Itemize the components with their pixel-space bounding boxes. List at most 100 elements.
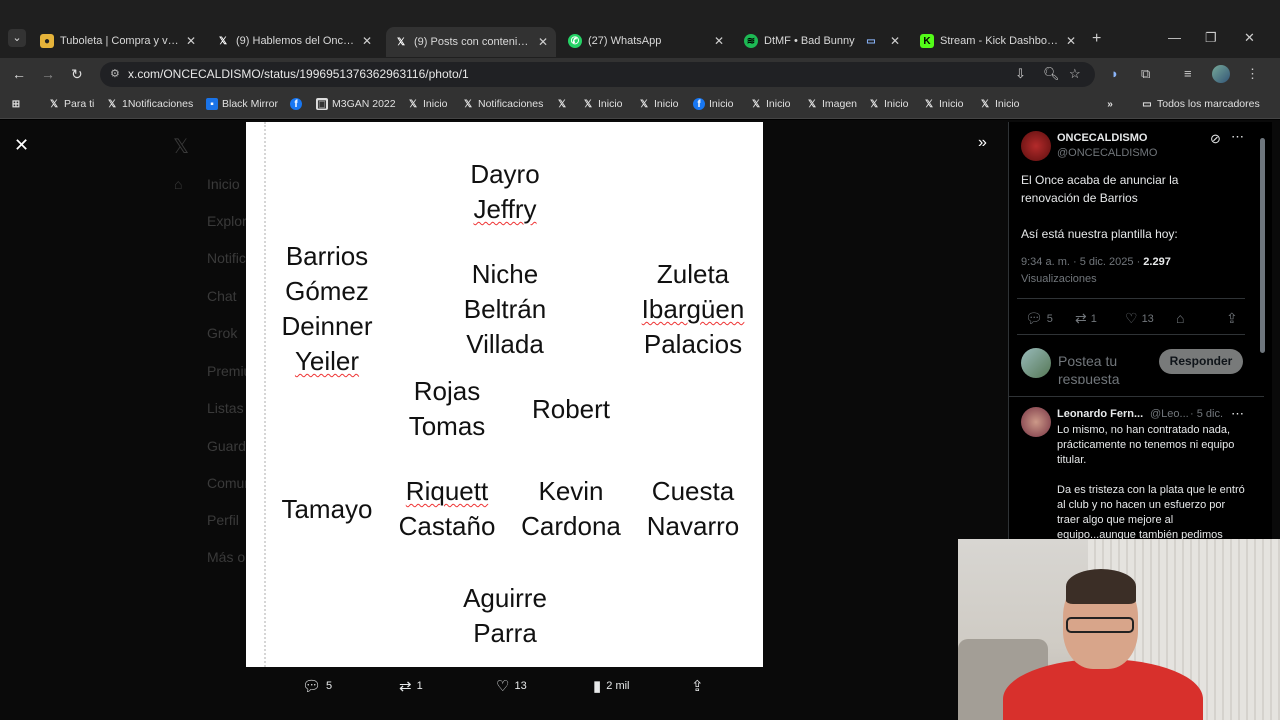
bookmark-m3gan[interactable]: ▣ M3GAN 2022 [316, 98, 396, 110]
player-name: Niche [471, 259, 539, 289]
bookmark-inicio-1[interactable]: 𝕏 Inicio [407, 98, 448, 110]
bookmark-inicio-8[interactable]: 𝕏 Inicio [979, 98, 1020, 110]
responder-button[interactable]: Responder [1159, 349, 1243, 374]
x-logo-icon: 𝕏 [408, 98, 418, 110]
reply-input[interactable]: Postea tu respuesta [1058, 352, 1153, 384]
menu-icon[interactable]: ⋮ [1246, 66, 1259, 82]
player-name: Barrios [285, 241, 369, 271]
more-bookmarks-icon[interactable]: » [1104, 98, 1120, 110]
views-button[interactable]: ▮ 2 mil [593, 677, 630, 695]
bookmark-inicio-4[interactable]: f Inicio [693, 98, 734, 110]
close-icon[interactable]: ✕ [1066, 34, 1076, 48]
restore-icon[interactable]: ❐ [1205, 30, 1217, 46]
x-logo-icon: 𝕏 [751, 98, 761, 110]
player-name: Kevin [538, 476, 604, 506]
tab-spotify[interactable]: ≋ DtMF • Bad Bunny ▭ ✕ [736, 29, 908, 53]
tab-hablemos[interactable]: 𝕏 (9) Hablemos del Once / X ✕ [208, 29, 380, 53]
reply-button[interactable]: 💬︎ 5 [302, 677, 332, 695]
author-handle[interactable]: @ONCECALDISMO [1057, 147, 1157, 159]
tweet-repost-button[interactable]: ⇄ 1 [1075, 310, 1097, 327]
close-icon[interactable]: ✕ [362, 34, 372, 48]
repost-button[interactable]: ⇄ 1 [399, 677, 423, 695]
author-name[interactable]: ONCECALDISMO [1057, 132, 1147, 144]
repost-icon: ⇄ [399, 678, 412, 695]
reload-icon[interactable]: ↻ [71, 66, 83, 83]
close-icon[interactable]: ✕ [714, 34, 724, 48]
x-logo-icon: 𝕏 [980, 98, 990, 110]
player-name: Gómez [285, 276, 369, 306]
share-icon: ⇪ [691, 678, 704, 695]
site-info-icon[interactable]: ⚙ [110, 62, 120, 87]
bookmark-inicio-7[interactable]: 𝕏 Inicio [923, 98, 964, 110]
tab-tuboleta[interactable]: ● Tuboleta | Compra y vende ✕ [32, 29, 204, 53]
expand-panel-icon[interactable]: » [978, 134, 987, 152]
bookmark-star-icon[interactable]: ☆ [1069, 66, 1081, 82]
lineup-photo: Dayro Jeffry Barrios Gómez Deinner Yeile… [246, 122, 763, 667]
close-photo-icon[interactable]: ✕ [14, 135, 29, 156]
bookmark-x[interactable]: 𝕏 [556, 98, 572, 110]
player-name: Parra [473, 618, 537, 648]
tab-whatsapp[interactable]: ✆ (27) WhatsApp ✕ [560, 29, 732, 53]
media-control-icon[interactable]: ◗ [1111, 66, 1119, 81]
address-bar[interactable]: ⚙ x.com/ONCECALDISMO/status/199695137636… [100, 62, 1095, 87]
tweet-bookmark-button[interactable]: ⌂ [1176, 310, 1188, 326]
close-icon[interactable]: ✕ [890, 34, 900, 48]
tweet-reply-button[interactable]: 💬︎ 5 [1025, 310, 1053, 327]
more-options-icon[interactable]: ⋯ [1231, 406, 1244, 422]
my-avatar[interactable] [1021, 348, 1051, 378]
profile-avatar[interactable] [1212, 65, 1230, 83]
tab-kick[interactable]: K Stream - Kick Dashboard ✕ [912, 29, 1084, 53]
webcam-overlay [958, 539, 1280, 720]
analytics-icon: ▮ [593, 678, 602, 695]
grok-icon[interactable]: ⊘ [1210, 131, 1221, 147]
extensions-icon[interactable]: ⧉ [1141, 66, 1150, 82]
player-name: Cuesta [651, 476, 735, 506]
bookmark-notificaciones-2[interactable]: 𝕏 Notificaciones [462, 98, 543, 110]
more-options-icon[interactable]: ⋯ [1231, 129, 1244, 145]
picture-in-picture-icon[interactable]: ▭ [864, 34, 878, 48]
bookmark-inicio-5[interactable]: 𝕏 Inicio [750, 98, 791, 110]
x-logo-icon: 𝕏 [583, 98, 593, 110]
tab-posts-active[interactable]: 𝕏 (9) Posts con contenido m ✕ [386, 27, 556, 57]
close-icon[interactable]: ✕ [186, 34, 196, 48]
x-logo-icon: 𝕏 [924, 98, 934, 110]
tweet-like-button[interactable]: ♡ 13 [1125, 310, 1154, 327]
apps-icon[interactable]: ⊞ [10, 98, 26, 110]
webcam-person-glasses [1066, 617, 1134, 633]
author-avatar[interactable] [1021, 131, 1051, 161]
bookmark-inicio-2[interactable]: 𝕏 Inicio [582, 98, 623, 110]
commenter-handle[interactable]: @Leo... [1150, 408, 1189, 420]
tweet-share-button[interactable]: ⇪ [1226, 310, 1242, 327]
bookmark-para-ti[interactable]: 𝕏 Para ti [48, 98, 94, 110]
tab-media-icon[interactable]: ≡ [1184, 66, 1192, 81]
panel-scrollbar[interactable] [1260, 138, 1265, 353]
zoom-icon[interactable]: 🔍︎ [1043, 66, 1060, 82]
comment-date[interactable]: · 5 dic. [1190, 408, 1223, 420]
player-name: Deinner [281, 311, 373, 341]
bookmark-facebook[interactable]: f [290, 98, 306, 110]
close-icon[interactable]: ✕ [538, 35, 548, 49]
x-logo-icon: 𝕏 [557, 98, 567, 110]
tab-search-dropdown[interactable]: ⌄ [8, 29, 26, 47]
install-app-icon[interactable]: ⇩ [1015, 66, 1026, 82]
new-tab-button[interactable]: + [1092, 30, 1101, 48]
forward-icon[interactable]: → [41, 66, 55, 82]
movie-icon: ▣ [316, 98, 328, 110]
bookmark-inicio-6[interactable]: 𝕏 Inicio [868, 98, 909, 110]
window-close-icon[interactable]: ✕ [1244, 30, 1255, 46]
commenter-avatar[interactable] [1021, 407, 1051, 437]
tuboleta-icon: ● [40, 34, 54, 48]
minimize-icon[interactable]: — [1168, 30, 1181, 45]
views-label[interactable]: Visualizaciones [1021, 273, 1097, 285]
share-button[interactable]: ⇪ [691, 677, 709, 695]
bookmark-notificaciones-1[interactable]: 𝕏 1Notificaciones [106, 98, 193, 110]
all-bookmarks-folder[interactable]: ▭ Todos los marcadores [1141, 98, 1259, 110]
bookmark-black-mirror[interactable]: ▪ Black Mirror [206, 98, 278, 110]
commenter-name[interactable]: Leonardo Fern... [1057, 408, 1143, 420]
player-name: Villada [466, 329, 544, 359]
player-name: Beltrán [463, 294, 547, 324]
bookmark-imagen[interactable]: 𝕏 Imagen [806, 98, 857, 110]
like-button[interactable]: ♡ 13 [496, 677, 527, 695]
back-icon[interactable]: ← [12, 66, 26, 82]
bookmark-inicio-3[interactable]: 𝕏 Inicio [638, 98, 679, 110]
